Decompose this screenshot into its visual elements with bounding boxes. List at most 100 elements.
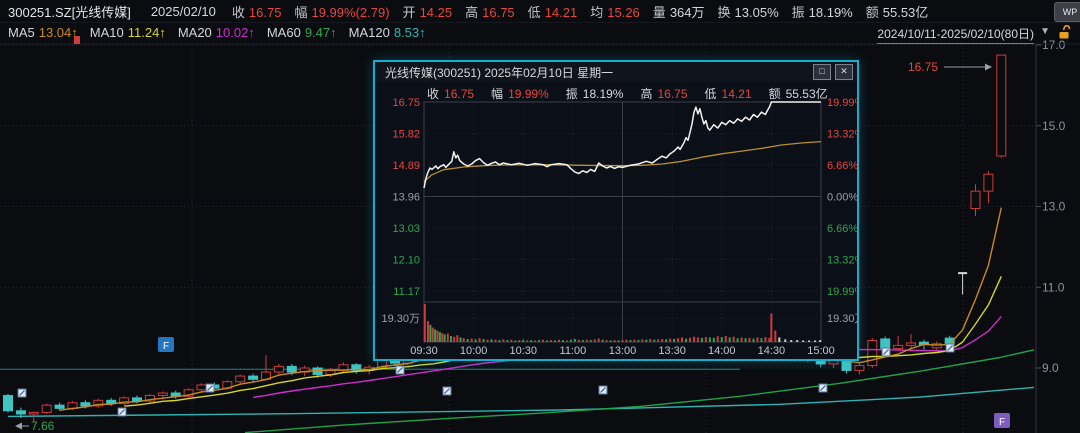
stat-field-label: 额 <box>866 5 879 20</box>
news-marker-icon[interactable] <box>882 348 890 356</box>
svg-text:16.75: 16.75 <box>392 97 420 109</box>
popup-stat-field-value: 19.99% <box>508 87 549 101</box>
svg-text:F: F <box>999 417 1005 428</box>
news-marker-icon[interactable] <box>206 384 214 392</box>
stock-stats: 收16.75幅19.99%(2.79)开14.25高16.75低14.21均15… <box>232 2 941 21</box>
svg-text:13:30: 13:30 <box>658 345 686 357</box>
stat-field: 幅 19.99%(2.79) <box>294 2 389 21</box>
stat-field-label: 开 <box>403 5 416 20</box>
popup-stat-field-value: 16.75 <box>444 87 474 101</box>
close-button[interactable]: ✕ <box>835 64 853 80</box>
stat-field-value: 55.53亿 <box>883 5 929 20</box>
popup-stat-field: 低 14.21 <box>705 85 752 102</box>
news-marker-icon[interactable] <box>946 344 954 352</box>
popup-stat-field-label: 额 <box>769 87 781 101</box>
stat-field-value: 19.99%(2.79) <box>311 5 389 20</box>
ma-field: MA513.04↑ <box>8 25 78 40</box>
popup-stat-field-label: 低 <box>705 87 717 101</box>
news-marker-icon[interactable] <box>443 387 451 395</box>
stat-field-value: 18.19% <box>809 5 853 20</box>
trade-date: 2025/02/10 <box>151 4 216 19</box>
ma-field-label: MA5 <box>8 25 35 40</box>
stat-field-label: 均 <box>590 5 603 20</box>
news-marker-icon[interactable] <box>599 386 607 394</box>
popup-stat-field-label: 高 <box>640 87 652 101</box>
svg-text:13.03: 13.03 <box>392 223 420 235</box>
popup-stat-field-value: 16.75 <box>658 87 688 101</box>
stat-field-value: 15.26 <box>607 5 640 20</box>
svg-text:13.0: 13.0 <box>1042 200 1066 214</box>
stat-field-label: 收 <box>232 5 245 20</box>
stat-field-value: 14.25 <box>420 5 453 20</box>
ma-field-label: MA20 <box>178 25 212 40</box>
date-range-selector[interactable]: 2024/10/11-2025/02/10(80日) <box>877 25 1034 44</box>
stat-field-label: 换 <box>718 5 731 20</box>
trading-app-window: 17.015.013.011.09.016.757.66FF 300251.SZ… <box>0 0 1080 433</box>
stat-field: 收 16.75 <box>232 2 282 21</box>
popup-stat-field-label: 幅 <box>491 87 503 101</box>
popup-stat-field: 收 16.75 <box>427 85 474 102</box>
svg-text:13.32%: 13.32% <box>827 255 857 267</box>
stat-field-label: 高 <box>465 5 478 20</box>
popup-stat-field: 幅 19.99% <box>491 85 549 102</box>
popup-stat-field-value: 55.53亿 <box>786 87 828 101</box>
news-marker-icon[interactable] <box>18 389 26 397</box>
popup-stat-field: 额 55.53亿 <box>769 85 828 102</box>
stat-field: 均 15.26 <box>590 2 640 21</box>
svg-text:11:00: 11:00 <box>560 345 587 357</box>
news-marker-icon[interactable] <box>819 384 827 392</box>
ma-field: MA20 10.02↑ <box>178 25 255 40</box>
svg-text:16.75: 16.75 <box>908 60 938 74</box>
svg-text:15:00: 15:00 <box>807 345 835 357</box>
svg-text:15.82: 15.82 <box>392 129 420 141</box>
stat-field-value: 14.21 <box>545 5 578 20</box>
popup-stat-field-label: 振 <box>566 87 578 101</box>
ma-field: MA1208.53↑ <box>349 25 426 40</box>
intraday-popup-window: 16.7519.99%15.8213.32%14.896.66%13.960.0… <box>373 60 859 361</box>
maximize-button[interactable]: □ <box>813 64 831 80</box>
svg-text:F: F <box>163 341 169 352</box>
ma-field-value: 10.02↑ <box>216 25 255 40</box>
popup-stats-row: 收 16.75 幅 19.99% 振 18.19% 高 16.75 低 14.21 额 55.53亿 <box>427 85 845 102</box>
flag-badge[interactable]: F <box>994 413 1010 428</box>
stat-field-label: 量 <box>653 5 666 20</box>
svg-text:11.0: 11.0 <box>1042 280 1065 294</box>
stat-field: 开 14.25 <box>403 2 453 21</box>
svg-text:9.0: 9.0 <box>1042 361 1059 375</box>
svg-text:19.99%: 19.99% <box>827 286 857 298</box>
svg-text:17.0: 17.0 <box>1042 38 1066 52</box>
stat-field-label: 幅 <box>294 5 307 20</box>
wp-badge[interactable]: WP <box>1054 2 1080 22</box>
intraday-chart[interactable]: 16.7519.99%15.8213.32%14.896.66%13.960.0… <box>375 62 857 359</box>
svg-text:19.30万: 19.30万 <box>381 313 420 325</box>
popup-title: 光线传媒(300251) 2025年02月10日 星期一 <box>385 64 613 81</box>
svg-text:10:00: 10:00 <box>460 345 488 357</box>
popup-stat-field-value: 18.19% <box>583 87 624 101</box>
popup-stat-field: 高 16.75 <box>640 85 687 102</box>
stat-field-value: 16.75 <box>482 5 515 20</box>
unlock-icon[interactable] <box>1057 25 1072 40</box>
svg-text:11.17: 11.17 <box>393 286 420 298</box>
svg-text:0.00%: 0.00% <box>827 192 857 204</box>
flag-badge[interactable]: F <box>158 337 174 352</box>
popup-stat-field-label: 收 <box>427 87 439 101</box>
stat-field: 换13.05% <box>718 2 779 21</box>
svg-text:09:30: 09:30 <box>410 345 438 357</box>
stat-field: 高 16.75 <box>465 2 515 21</box>
svg-text:14:30: 14:30 <box>758 345 786 357</box>
svg-text:6.66%: 6.66% <box>827 223 857 235</box>
svg-text:6.66%: 6.66% <box>827 160 857 172</box>
ma-field-value: 9.47↑ <box>305 25 337 40</box>
chevron-down-icon[interactable]: ▼ <box>1040 26 1050 37</box>
news-marker-icon[interactable] <box>118 408 126 416</box>
stat-field-value: 16.75 <box>249 5 282 20</box>
popup-titlebar[interactable]: 光线传媒(300251) 2025年02月10日 星期一 □ ✕ <box>375 62 857 82</box>
ma-field: MA1011.24↑ <box>90 25 166 40</box>
ma-field-label: MA10 <box>90 25 124 40</box>
svg-text:13.96: 13.96 <box>392 192 420 204</box>
popup-stat-field-value: 14.21 <box>722 87 752 101</box>
svg-text:13:00: 13:00 <box>609 345 637 357</box>
svg-text:13.32%: 13.32% <box>827 129 857 141</box>
svg-text:10:30: 10:30 <box>509 345 537 357</box>
news-marker-icon[interactable] <box>396 366 404 374</box>
